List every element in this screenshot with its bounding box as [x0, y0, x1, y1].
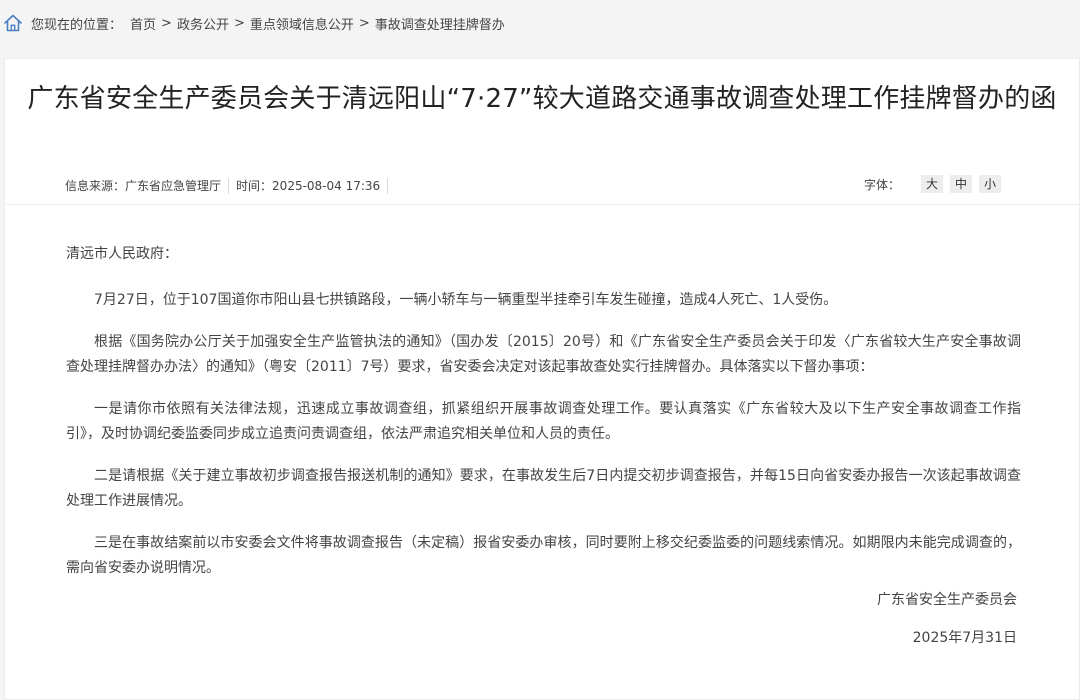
article-card: 广东省安全生产委员会关于清远阳山“7·27”较大道路交通事故调查处理工作挂牌督办… — [4, 58, 1080, 700]
time-info: 时间： 2025-08-04 17:36 — [236, 177, 380, 194]
font-size-control: 字体： 大 中 小 — [864, 175, 1001, 193]
article-meta-info: 信息来源： 广东省应急管理厅 时间： 2025-08-04 17:36 — [65, 177, 395, 194]
signer: 广东省安全生产委员会 — [877, 592, 1017, 608]
article-title: 广东省安全生产委员会关于清远阳山“7·27”较大道路交通事故调查处理工作挂牌督办… — [27, 84, 1057, 114]
source-label: 信息来源： — [65, 179, 126, 193]
article-meta: 信息来源： 广东省应急管理厅 时间： 2025-08-04 17:36 字体： … — [5, 171, 1079, 201]
breadcrumb-gov-affairs-link[interactable]: 政务公开 — [177, 14, 229, 33]
breadcrumb-separator: > — [358, 15, 370, 31]
salutation: 清远市人民政府： — [66, 246, 178, 262]
breadcrumb-prefix: 您现在的位置： — [31, 17, 123, 33]
breadcrumb: 您现在的位置： 首页 > 政务公开 > 重点领域信息公开 > 事故调查处理挂牌督… — [0, 0, 1080, 46]
body-paragraph: 二是请根据《关于建立事故初步调查报告报送机制的通知》要求，在事故发生后7日内提交… — [66, 468, 1021, 509]
font-medium-button[interactable]: 中 — [950, 175, 972, 193]
sign-date: 2025年7月31日 — [912, 630, 1017, 646]
time-label: 时间： — [236, 179, 273, 193]
body-paragraph: 一是请你市依照有关法律法规，迅速成立事故调查组，抓紧组织开展事故调查处理工作。要… — [66, 401, 1021, 442]
article-body: 清远市人民政府： 7月27日，位于107国道你市阳山县七拱镇路段，一辆小轿车与一… — [66, 242, 1021, 598]
font-size-label: 字体： — [863, 177, 900, 192]
time-value: 2025-08-04 17:36 — [272, 178, 381, 193]
breadcrumb-key-areas-link[interactable]: 重点领域信息公开 — [250, 14, 354, 33]
body-paragraph: 三是在事故结案前以市安委会文件将事故调查报告（未定稿）报省安委办审核，同时要附上… — [66, 535, 1021, 576]
meta-divider — [228, 177, 230, 194]
home-icon[interactable] — [3, 13, 23, 33]
breadcrumb-home-link[interactable]: 首页 — [130, 14, 156, 33]
breadcrumb-separator: > — [233, 15, 245, 31]
font-large-button[interactable]: 大 — [921, 175, 943, 193]
meta-divider-line — [5, 204, 1079, 205]
font-small-button[interactable]: 小 — [979, 175, 1001, 193]
breadcrumb-current-link[interactable]: 事故调查处理挂牌督办 — [375, 14, 505, 33]
body-paragraph: 根据《国务院办公厅关于加强安全生产监管执法的通知》（国办发〔2015〕20号）和… — [66, 334, 1021, 375]
source-info: 信息来源： 广东省应急管理厅 — [65, 177, 221, 194]
source-value: 广东省应急管理厅 — [125, 179, 222, 193]
breadcrumb-separator: > — [161, 15, 172, 31]
meta-divider — [387, 177, 389, 194]
body-paragraph: 7月27日，位于107国道你市阳山县七拱镇路段，一辆小轿车与一辆重型半挂牵引车发… — [94, 292, 838, 308]
